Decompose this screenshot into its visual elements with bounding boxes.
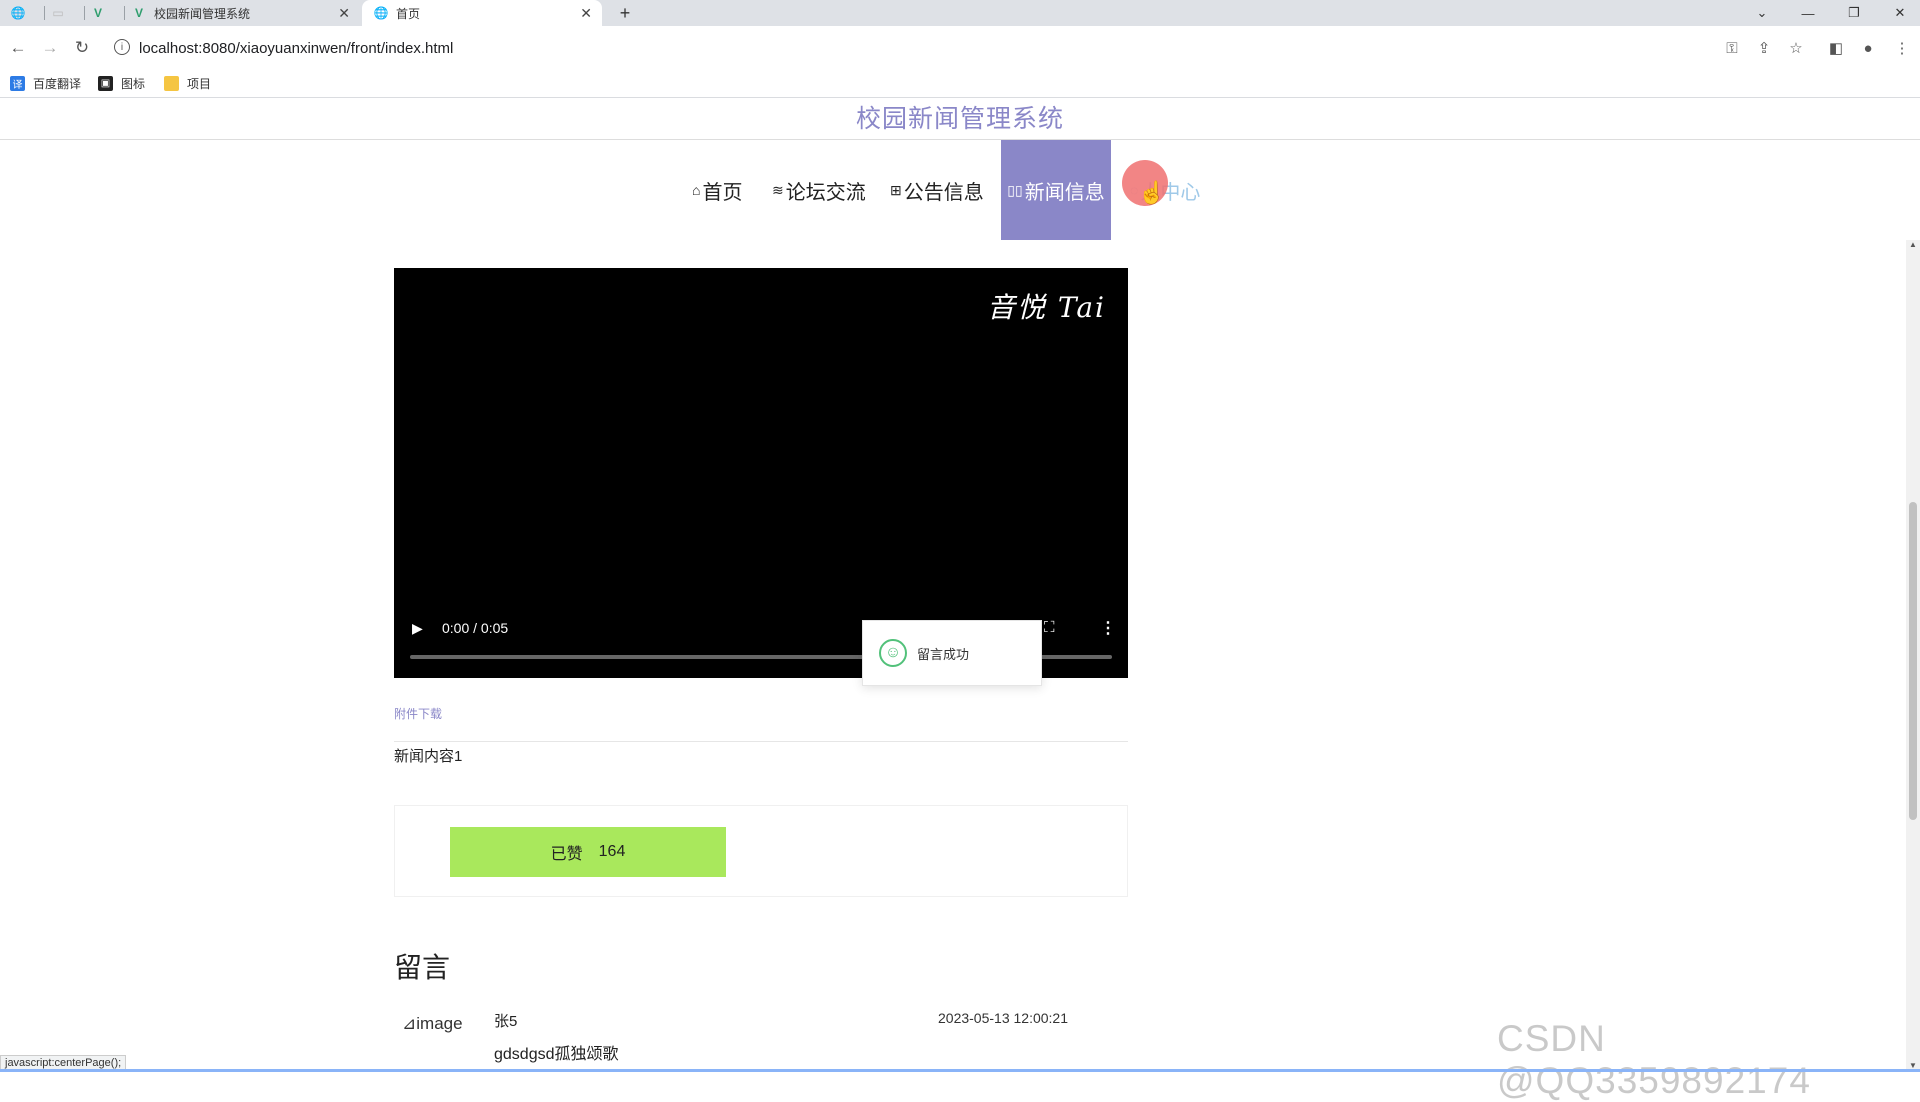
like-count: 164 (598, 843, 626, 860)
key-icon[interactable]: ⚿ (1722, 38, 1742, 58)
like-label: 已赞 (550, 846, 583, 863)
tab-search-icon[interactable]: ⌄ (1740, 0, 1784, 26)
folder-icon (164, 76, 179, 91)
tab-home[interactable]: 🌐 首页 ✕ (362, 0, 602, 26)
close-window-icon[interactable]: ✕ (1878, 0, 1920, 26)
forward-icon[interactable]: → (40, 38, 60, 58)
news-content: 新闻内容1 (394, 748, 463, 765)
minimize-icon[interactable]: — (1786, 0, 1830, 26)
avatar-alt-text: image (416, 1014, 463, 1033)
nav-item-news[interactable]: ▯▯ 新闻信息 (1001, 140, 1111, 240)
fullscreen-icon[interactable]: ⛶ (1044, 619, 1055, 636)
like-section: 已赞 164 (394, 805, 1128, 897)
tab-label: 首页 (396, 6, 421, 21)
nav-label: 公告信息 (903, 181, 984, 204)
address-bar: ← → ↻ i localhost:8080/xiaoyuanxinwen/fr… (0, 26, 1920, 70)
bookmark-star-icon[interactable]: ☆ (1786, 38, 1806, 58)
image-icon: ▣ (98, 76, 113, 91)
sidepanel-icon[interactable]: ◧ (1826, 38, 1846, 58)
bookmarks-bar: 译 百度翻译 ▣ 图标 项目 (0, 70, 1920, 98)
tab-globe[interactable]: 🌐 (8, 0, 36, 26)
attachment-download-link[interactable]: 附件下载 (394, 705, 442, 722)
menu-icon[interactable]: ⋮ (1892, 38, 1912, 58)
site-title: 校园新闻管理系统 (855, 105, 1064, 133)
layers-icon: ≋ (772, 181, 784, 198)
scroll-up-icon[interactable]: ▲ (1909, 240, 1917, 249)
nav-item-forum[interactable]: ≋ 论坛交流 (772, 140, 866, 240)
globe-icon: 🌐 (373, 6, 389, 20)
scroll-thumb[interactable] (1909, 502, 1917, 820)
more-options-icon[interactable]: ⋮ (1100, 618, 1116, 638)
url-field[interactable]: localhost:8080/xiaoyuanxinwen/front/inde… (139, 40, 453, 57)
comment-user: 张5 (494, 1013, 518, 1030)
site-header: 校园新闻管理系统 (0, 98, 1920, 140)
restore-icon[interactable]: ❐ (1832, 0, 1876, 26)
page-scrollbar[interactable]: ▲ ▼ (1906, 240, 1920, 1072)
hand-cursor-icon: ☝ (1138, 180, 1166, 205)
main-nav: ⌂ 首页 ≋ 论坛交流 ⊞ 公告信息 ▯▯ 新闻信息 ◌ 人中心 (0, 140, 1920, 240)
tab-separator (84, 6, 85, 20)
tab-campus-news-system[interactable]: V 校园新闻管理系统 ✕ (132, 0, 360, 26)
share-icon[interactable]: ⇪ (1754, 38, 1774, 58)
tab-separator (44, 6, 45, 20)
nav-item-home[interactable]: ⌂ 首页 (692, 140, 742, 240)
divider (394, 741, 1128, 742)
play-icon[interactable]: ▶ (412, 620, 423, 637)
tab-label: 校园新闻管理系统 (154, 6, 251, 21)
new-tab-button[interactable]: + (614, 0, 636, 26)
bookmark-label: 项目 (187, 77, 212, 91)
bookmark-baidu-translate[interactable]: 译 百度翻译 (10, 75, 81, 92)
nav-label: 首页 (702, 181, 743, 204)
comment-avatar: ⊿image (402, 1014, 463, 1033)
vue-icon: V (93, 6, 102, 20)
smile-icon: ☺ (879, 639, 907, 667)
globe-icon: 🌐 (10, 6, 26, 20)
toast-message: 留言成功 (917, 646, 970, 662)
tab-blank[interactable]: ▭ (48, 0, 76, 26)
nav-item-notice[interactable]: ⊞ 公告信息 (890, 140, 984, 240)
info-icon[interactable]: i (114, 39, 130, 55)
bookmark-label: 百度翻译 (33, 77, 82, 91)
back-icon[interactable]: ← (8, 38, 28, 58)
profile-icon[interactable]: ● (1858, 38, 1878, 58)
close-tab-icon[interactable]: ✕ (338, 5, 350, 22)
comment-text: gdsdgsd孤独颂歌 (494, 1046, 619, 1063)
close-tab-icon[interactable]: ✕ (580, 5, 592, 22)
nav-label: 论坛交流 (785, 181, 866, 204)
grid-icon: ⊞ (890, 181, 902, 198)
browser-tab-bar: 🌐 ▭ V V 校园新闻管理系统 ✕ 🌐 首页 ✕ + ⌄ — ❐ ✕ (0, 0, 1920, 26)
video-player[interactable]: 音悦 Tai ▶ 0:00 / 0:05 ⛶ ⋮ (394, 268, 1128, 678)
bookmark-project[interactable]: 项目 (164, 75, 211, 92)
video-logo: 音悦 Tai (986, 291, 1106, 324)
reload-icon[interactable]: ↻ (72, 38, 92, 58)
vue-icon: V (134, 6, 143, 20)
like-button[interactable]: 已赞 164 (450, 827, 726, 877)
comments-title: 留言 (394, 952, 451, 983)
home-icon: ⌂ (692, 182, 701, 198)
translate-icon: 译 (10, 76, 25, 91)
news-icon: ▯▯ (1007, 181, 1023, 198)
nav-label: 新闻信息 (1024, 181, 1105, 204)
bookmark-label: 图标 (121, 77, 146, 91)
tab-separator (124, 6, 125, 20)
watermark: CSDN @QQ3359892174 (1497, 1018, 1811, 1101)
tab-vue[interactable]: V (88, 0, 116, 26)
bookmark-icons[interactable]: ▣ 图标 (98, 75, 145, 92)
blank-tab-icon: ▭ (52, 6, 64, 20)
comment-time: 2023-05-13 12:00:21 (938, 1010, 1068, 1026)
video-time: 0:00 / 0:05 (442, 620, 509, 636)
success-toast: ☺ 留言成功 (862, 620, 1042, 686)
